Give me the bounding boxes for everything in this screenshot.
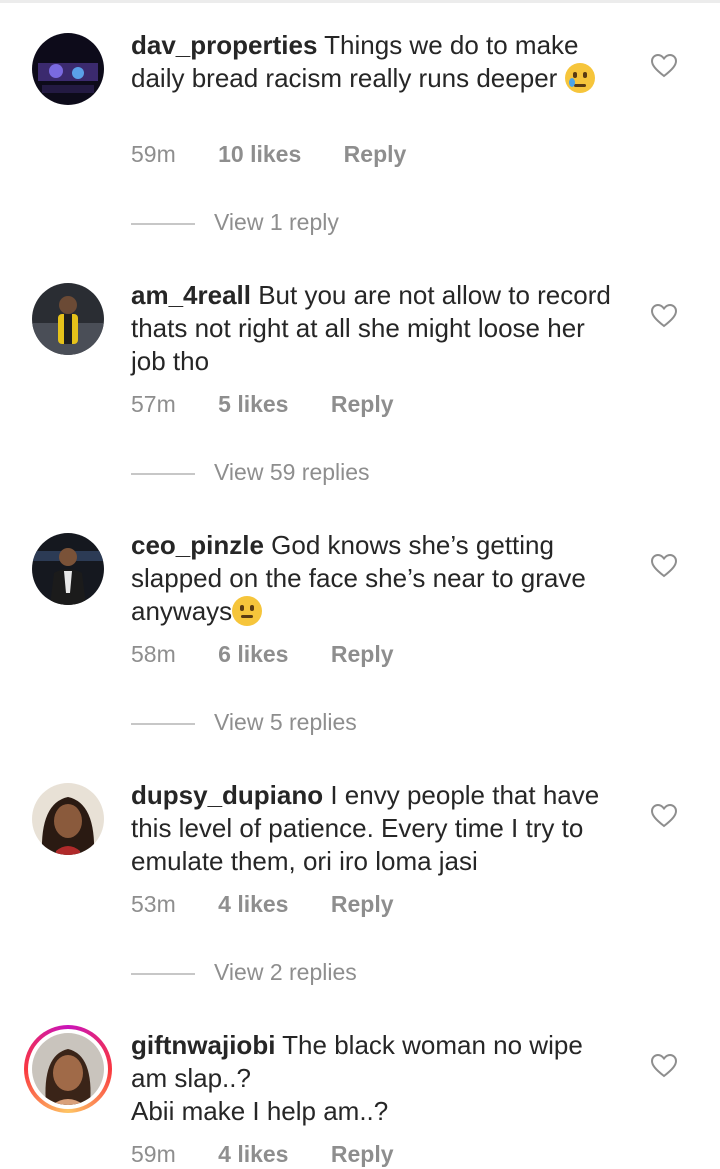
reply-button[interactable]: Reply [344, 141, 407, 168]
like-heart-icon[interactable] [650, 803, 678, 828]
like-heart-icon[interactable] [650, 53, 678, 78]
comment-likes[interactable]: 6 likes [218, 641, 288, 668]
avatar[interactable] [32, 33, 104, 105]
comment-likes[interactable]: 5 likes [218, 391, 288, 418]
comment-username[interactable]: giftnwajiobi [131, 1030, 275, 1060]
comment-meta: 53m 4 likes Reply [131, 891, 394, 918]
neutral-face-emoji [232, 596, 263, 626]
comment-time: 53m [131, 891, 176, 917]
replies-divider-line [131, 723, 195, 725]
reply-button[interactable]: Reply [331, 641, 394, 668]
view-replies-label: View 59 replies [214, 459, 370, 485]
replies-divider-line [131, 473, 195, 475]
view-replies-label: View 1 reply [214, 209, 339, 235]
comment-username[interactable]: dupsy_dupiano [131, 780, 323, 810]
comment-time: 59m [131, 141, 176, 167]
replies-divider-line [131, 973, 195, 975]
like-heart-icon[interactable] [650, 553, 678, 578]
comment-text: dupsy_dupiano I envy people that have th… [131, 779, 621, 878]
comment-likes[interactable]: 10 likes [218, 141, 301, 168]
comment-time: 59m [131, 1141, 176, 1167]
comment-likes[interactable]: 4 likes [218, 891, 288, 918]
view-replies-label: View 5 replies [214, 709, 357, 735]
reply-button[interactable]: Reply [331, 391, 394, 418]
reply-button[interactable]: Reply [331, 891, 394, 918]
comment-body-line-2: Abii make I help am..? [131, 1096, 389, 1126]
comment-text: am_4reall But you are not allow to recor… [131, 279, 621, 378]
crying-face-emoji [564, 63, 595, 93]
avatar[interactable] [32, 283, 104, 355]
reply-button[interactable]: Reply [331, 1141, 394, 1168]
comment-text: dav_properties Things we do to make dail… [131, 29, 621, 95]
replies-divider-line [131, 223, 195, 225]
comment-time: 57m [131, 391, 176, 417]
comment-likes[interactable]: 4 likes [218, 1141, 288, 1168]
comment-meta: 59m 10 likes Reply [131, 141, 406, 168]
avatar[interactable] [32, 783, 104, 855]
comment-meta: 59m 4 likes Reply [131, 1141, 394, 1168]
top-divider [0, 0, 720, 3]
comment-username[interactable]: dav_properties [131, 30, 317, 60]
comment-text: giftnwajiobi The black woman no wipe am … [131, 1029, 621, 1128]
comment-username[interactable]: ceo_pinzle [131, 530, 264, 560]
comment-text: ceo_pinzle God knows she’s getting slapp… [131, 529, 621, 628]
comment-time: 58m [131, 641, 176, 667]
comment-meta: 58m 6 likes Reply [131, 641, 394, 668]
avatar-with-story-ring[interactable] [24, 1025, 112, 1113]
comment-username[interactable]: am_4reall [131, 280, 251, 310]
comment-meta: 57m 5 likes Reply [131, 391, 394, 418]
like-heart-icon[interactable] [650, 1053, 678, 1078]
like-heart-icon[interactable] [650, 303, 678, 328]
view-replies-label: View 2 replies [214, 959, 357, 985]
avatar[interactable] [32, 533, 104, 605]
